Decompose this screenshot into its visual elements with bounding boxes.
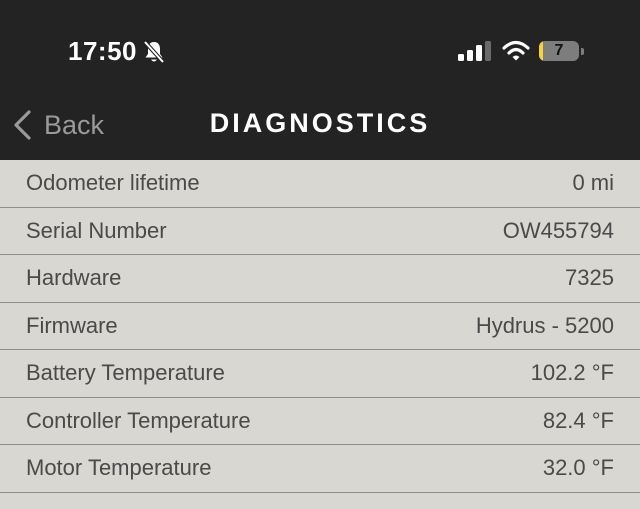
row-value: Hydrus - 5200 — [475, 312, 614, 338]
row-label: Motor Temperature — [26, 455, 212, 481]
battery-level: 7 — [554, 42, 564, 59]
row-battery-temperature: Battery Temperature 102.2 °F — [0, 350, 640, 398]
row-odometer-lifetime: Odometer lifetime 0 mi — [0, 160, 640, 208]
page-title: DIAGNOSTICS — [209, 108, 431, 138]
row-value: 7325 — [565, 265, 614, 291]
cellular-signal-icon — [458, 41, 491, 61]
wifi-icon — [502, 40, 530, 61]
row-motor-temperature: Motor Temperature 32.0 °F — [0, 445, 640, 493]
diagnostics-list: Odometer lifetime 0 mi Serial Number OW4… — [0, 160, 640, 493]
status-time: 17:50 — [68, 36, 137, 66]
row-value: OW455794 — [502, 217, 614, 243]
header: 17:50 7 Back DIAGNOSTICS — [0, 0, 640, 160]
row-label: Battery Temperature — [26, 360, 225, 386]
row-label: Hardware — [26, 265, 122, 291]
row-controller-temperature: Controller Temperature 82.4 °F — [0, 398, 640, 445]
battery-icon: 7 — [539, 41, 579, 61]
row-serial-number: Serial Number OW455794 — [0, 208, 640, 255]
row-label: Serial Number — [26, 217, 167, 243]
row-value: 102.2 °F — [530, 360, 614, 386]
bell-slash-icon — [143, 40, 165, 64]
row-label: Controller Temperature — [26, 407, 251, 433]
row-value: 82.4 °F — [542, 407, 614, 433]
row-hardware: Hardware 7325 — [0, 255, 640, 303]
row-label: Firmware — [26, 312, 118, 338]
battery-cap — [581, 48, 584, 55]
row-label: Odometer lifetime — [26, 170, 200, 196]
row-value: 32.0 °F — [542, 455, 614, 481]
row-firmware: Firmware Hydrus - 5200 — [0, 303, 640, 350]
row-value: 0 mi — [572, 170, 614, 196]
